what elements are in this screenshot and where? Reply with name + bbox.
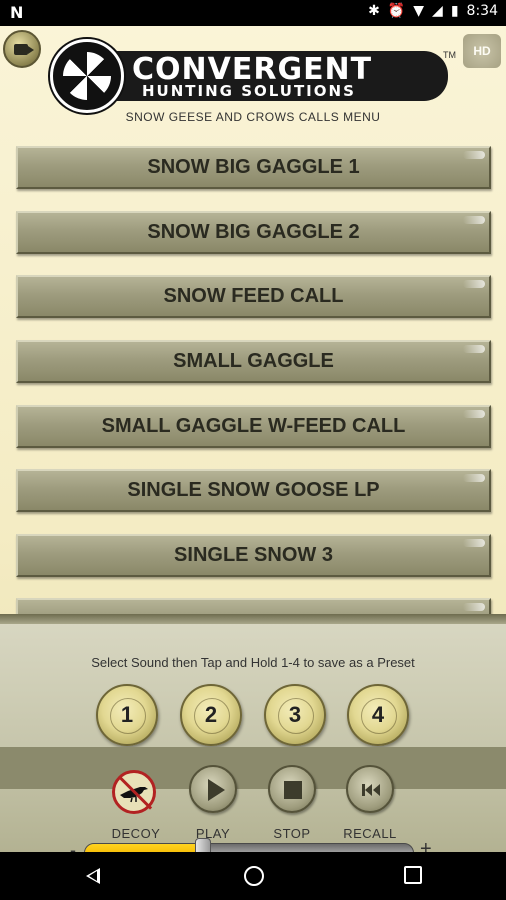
- volume-plus: +: [420, 838, 432, 852]
- preset-hint: Select Sound then Tap and Hold 1-4 to sa…: [91, 655, 415, 670]
- rewind-icon: [362, 784, 380, 796]
- sound-button[interactable]: SMALL GAGGLE W-FEED CALL: [16, 405, 491, 448]
- stop-label: STOP: [273, 826, 311, 841]
- bluetooth-icon: ✱: [368, 3, 380, 19]
- preset-button-2[interactable]: 2: [180, 684, 242, 746]
- logo-emblem-icon: [50, 39, 124, 113]
- panel-divider: [0, 614, 506, 624]
- notification-n-icon: N: [10, 3, 24, 22]
- navigation-bar: [0, 852, 506, 900]
- stop-button[interactable]: [268, 765, 316, 813]
- hd-badge[interactable]: HD: [463, 34, 501, 68]
- logo-line2: HUNTING SOLUTIONS: [142, 82, 356, 100]
- volume-slider[interactable]: [84, 843, 414, 852]
- back-icon[interactable]: [86, 868, 100, 884]
- page-title: SNOW GEESE AND CROWS CALLS MENU: [125, 110, 381, 124]
- play-button[interactable]: [189, 765, 237, 813]
- brand-logo: CONVERGENT HUNTING SOLUTIONS: [50, 39, 450, 113]
- sound-button[interactable]: SINGLE SNOW GOOSE LP: [16, 469, 491, 512]
- play-label: PLAY: [195, 826, 231, 841]
- sound-button[interactable]: SNOW BIG GAGGLE 1: [16, 146, 491, 189]
- logo-line1: CONVERGENT: [132, 52, 373, 87]
- recall-label: RECALL: [343, 826, 397, 841]
- app-screen: CONVERGENT HUNTING SOLUTIONS TM HD SNOW …: [0, 26, 506, 852]
- status-icons: ✱ ⏰ ▼ ◢ ▮ 8:34: [368, 3, 498, 19]
- volume-minus: -: [70, 840, 76, 852]
- preset-button-4[interactable]: 4: [347, 684, 409, 746]
- status-time: 8:34: [466, 3, 498, 19]
- controls-strip: [0, 747, 506, 789]
- recall-button[interactable]: [346, 765, 394, 813]
- recent-apps-icon[interactable]: [404, 866, 422, 884]
- stop-icon: [284, 781, 302, 799]
- home-icon[interactable]: [244, 866, 264, 886]
- wifi-icon: ▼: [413, 3, 425, 19]
- preset-button-3[interactable]: 3: [264, 684, 326, 746]
- status-bar: N ✱ ⏰ ▼ ◢ ▮ 8:34: [0, 0, 506, 26]
- video-camera-button[interactable]: [3, 30, 41, 68]
- preset-button-1[interactable]: 1: [96, 684, 158, 746]
- video-camera-icon: [14, 44, 34, 55]
- sound-button[interactable]: SINGLE SNOW 3: [16, 534, 491, 577]
- sound-button[interactable]: SNOW BIG GAGGLE 2: [16, 211, 491, 254]
- alarm-icon: ⏰: [387, 3, 406, 19]
- volume-fill: [85, 844, 204, 852]
- battery-icon: ▮: [450, 3, 459, 19]
- play-icon: [208, 779, 225, 801]
- decoy-label: DECOY: [111, 826, 161, 841]
- trademark: TM: [443, 50, 456, 60]
- signal-icon: ◢: [432, 3, 443, 19]
- volume-thumb[interactable]: [195, 838, 211, 852]
- decoy-button[interactable]: [112, 770, 156, 814]
- player-panel: Select Sound then Tap and Hold 1-4 to sa…: [0, 614, 506, 852]
- sound-button[interactable]: SMALL GAGGLE: [16, 340, 491, 383]
- sound-button[interactable]: SNOW FEED CALL: [16, 275, 491, 318]
